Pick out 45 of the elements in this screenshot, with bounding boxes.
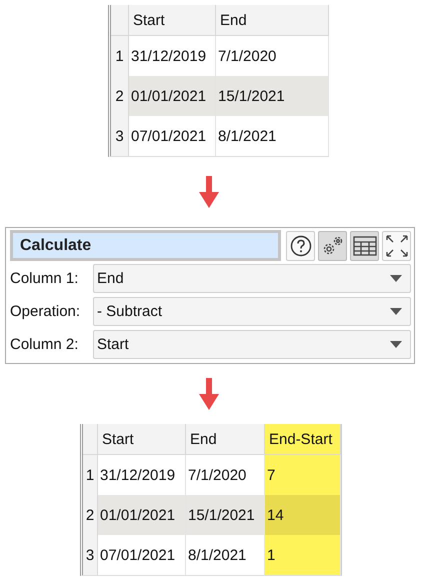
table-cell: 8/1/2021 xyxy=(216,116,329,156)
table-cell: 31/12/2019 xyxy=(98,455,186,495)
down-arrow xyxy=(199,176,219,208)
table-cell: 14 xyxy=(265,495,341,535)
help-button[interactable] xyxy=(286,230,315,260)
row-number: 1 xyxy=(83,455,98,495)
table-cell: 01/01/2021 xyxy=(98,495,186,535)
row-number: 3 xyxy=(111,116,129,156)
row-number: 3 xyxy=(83,535,98,575)
table-cell: 8/1/2021 xyxy=(186,535,265,575)
field-label: Operation: xyxy=(10,303,82,320)
down-arrow xyxy=(199,378,219,410)
table-cell: 31/12/2019 xyxy=(129,36,216,76)
field-label: Column 2: xyxy=(10,336,80,353)
field-label: Column 1: xyxy=(10,270,80,287)
table-cell: 15/1/2021 xyxy=(186,495,265,535)
row-number: 2 xyxy=(83,495,98,535)
column-header[interactable]: Start xyxy=(129,5,216,36)
table-cell: 7/1/2020 xyxy=(216,36,329,76)
table-button[interactable] xyxy=(350,230,379,260)
caret-icon xyxy=(390,275,402,282)
column-header[interactable]: Start xyxy=(98,424,186,455)
expand-button[interactable] xyxy=(382,230,411,260)
expand-icon xyxy=(384,234,408,258)
dropdown[interactable]: End xyxy=(93,264,411,293)
table-cell: 01/01/2021 xyxy=(129,76,216,116)
row-number: 1 xyxy=(111,36,129,76)
table-cell: 07/01/2021 xyxy=(129,116,216,156)
table-cell: 1 xyxy=(265,535,341,575)
table-cell: 7/1/2020 xyxy=(186,455,265,495)
dropdown[interactable]: - Subtract xyxy=(93,297,411,326)
table-cell: 15/1/2021 xyxy=(216,76,329,116)
row-number: 2 xyxy=(111,76,129,116)
caret-icon xyxy=(390,308,402,315)
table-icon xyxy=(352,236,376,256)
column-header[interactable]: End xyxy=(186,424,265,455)
node-title-field[interactable]: Calculate xyxy=(10,230,281,261)
column-header[interactable]: End-Start xyxy=(265,424,341,455)
settings-button[interactable] xyxy=(318,230,347,260)
column-header[interactable]: End xyxy=(216,5,329,36)
table-cell: 07/01/2021 xyxy=(98,535,186,575)
help-icon xyxy=(290,234,312,256)
table-cell: 7 xyxy=(265,455,341,495)
dropdown[interactable]: Start xyxy=(93,330,411,359)
caret-icon xyxy=(390,341,402,348)
